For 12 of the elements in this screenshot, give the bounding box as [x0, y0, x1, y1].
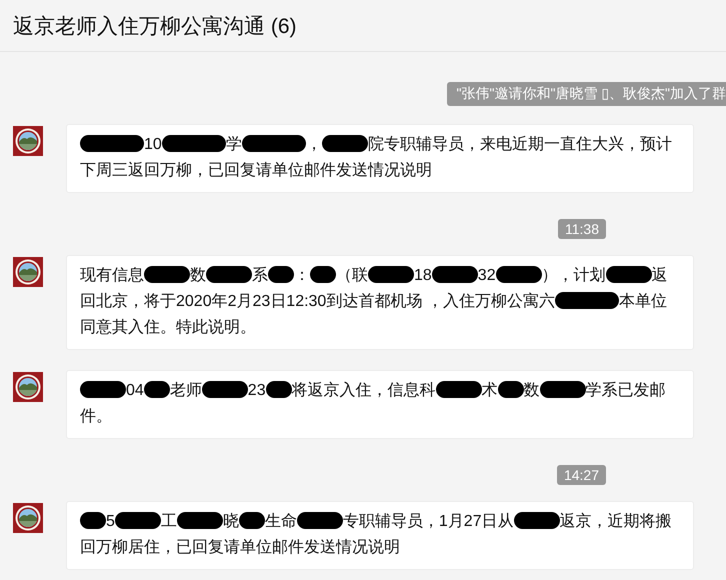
message-text: 5 工 晓 生命 专职辅导员，1月27日从 返京，近期将搬回万柳居住，已回复请单位邮件发送情况说明 — [80, 511, 673, 558]
timestamp: 11:38 — [558, 219, 606, 239]
chat-title: 返京老师入住万柳公寓沟通 (6) — [13, 14, 296, 40]
seal-avatar-icon[interactable] — [13, 257, 43, 287]
seal-avatar-icon[interactable] — [13, 503, 43, 533]
message-text: 04 老师 23 将返京入住，信息科 术 数 学系已发邮件。 — [80, 380, 667, 427]
seal-avatar-icon[interactable] — [13, 126, 43, 156]
timestamp: 14:27 — [556, 465, 606, 485]
message-text: 10 学 ， 院专职辅导员，来电近期一直住大兴，预计下周三返回万柳，已回复请单位邮件发送情况说明 — [80, 134, 673, 181]
system-notice: "张伟"邀请你和"唐晓雪 ▯、耿俊杰"加入了群 — [446, 82, 726, 106]
seal-avatar-icon[interactable] — [13, 372, 43, 402]
message-text: 现有信息 数 系 ： （联 18 32 ），计划 返回北京，将于2020年2月23日12:30到达首都机场 ，入住万柳公寓六 本单位同意其入住。特此说明。 — [80, 265, 669, 338]
